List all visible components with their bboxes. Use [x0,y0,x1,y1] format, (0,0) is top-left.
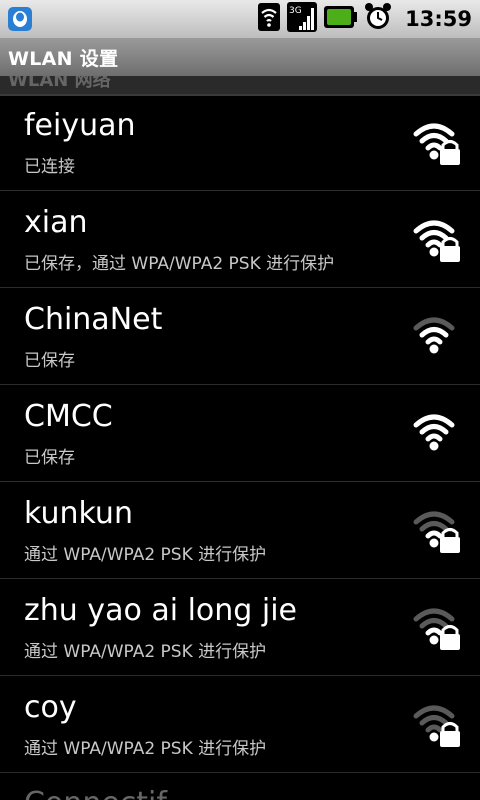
network-item[interactable]: feiyuan 已连接 [0,94,480,191]
network-ssid: feiyuan [24,108,136,143]
network-status: 已保存 [24,351,75,371]
3g-signal-icon: 3G [287,2,318,36]
network-item[interactable]: kunkun 通过 WPA/WPA2 PSK 进行保护 [0,482,480,579]
page-title: WLAN 设置 [8,47,119,70]
network-ssid: coy [24,690,77,725]
network-item[interactable]: CMCC 已保存 [0,385,480,482]
status-time: 13:59 [405,7,472,31]
network-item[interactable]: zhu yao ai long jie 通过 WPA/WPA2 PSK 进行保护 [0,579,480,676]
network-status: 已保存，通过 WPA/WPA2 PSK 进行保护 [24,254,335,274]
network-ssid: CMCC [24,399,113,434]
wifi-lock-signal-icon [412,603,460,651]
network-status: 通过 WPA/WPA2 PSK 进行保护 [24,739,267,759]
wifi-lock-signal-icon [412,506,460,554]
status-bar: 3G 13:59 [0,0,480,38]
wifi-signal-icon [412,312,460,360]
battery-icon [323,4,358,34]
svg-text:3G: 3G [289,6,302,16]
section-header-label: WLAN 网络 [8,76,111,91]
qq-icon [0,0,40,38]
wifi-lock-signal-icon [412,118,460,166]
wifi-lock-signal-icon [412,700,460,748]
network-status: 已连接 [24,157,75,177]
connectivity-item-partial[interactable]: Connectif [0,772,480,800]
wifi-lock-signal-icon [412,215,460,263]
partial-item-label: Connectif [24,786,167,800]
wifi-icon [257,2,281,36]
network-ssid: ChinaNet [24,302,163,337]
network-ssid: xian [24,205,88,240]
title-bar: WLAN 设置 [0,38,480,77]
network-status: 通过 WPA/WPA2 PSK 进行保护 [24,545,267,565]
network-ssid: zhu yao ai long jie [24,593,298,628]
network-item[interactable]: xian 已保存，通过 WPA/WPA2 PSK 进行保护 [0,191,480,288]
network-item[interactable]: ChinaNet 已保存 [0,288,480,385]
alarm-icon [363,2,393,36]
wifi-signal-icon [412,409,460,457]
network-status: 通过 WPA/WPA2 PSK 进行保护 [24,642,267,662]
network-status: 已保存 [24,448,75,468]
network-ssid: kunkun [24,496,133,531]
network-item[interactable]: coy 通过 WPA/WPA2 PSK 进行保护 [0,676,480,773]
section-header: WLAN 网络 [0,76,480,96]
wifi-network-list: feiyuan 已连接 xian 已保存，通过 WPA/WPA2 PSK 进行保… [0,94,480,773]
